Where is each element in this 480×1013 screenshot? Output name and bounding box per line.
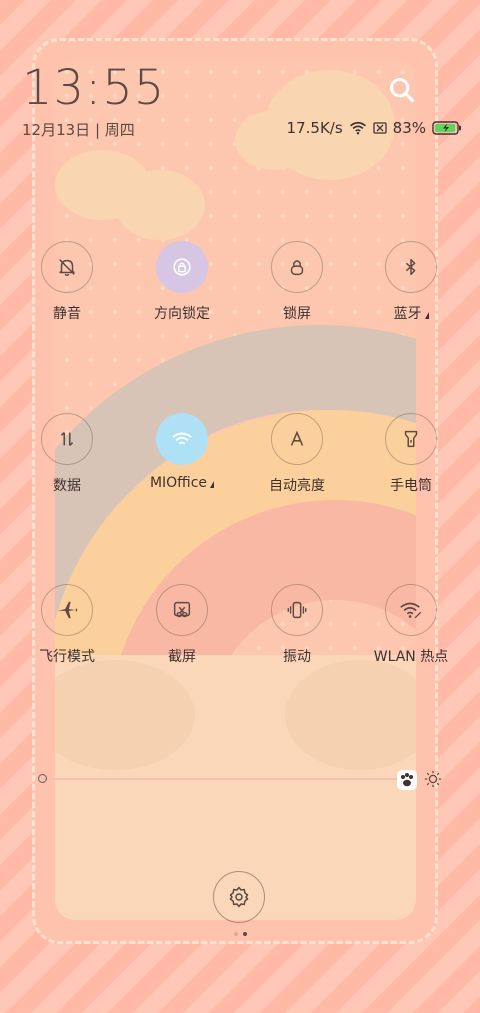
toggle-silent[interactable]: 静音 — [27, 241, 107, 323]
toggle-label: 蓝牙 — [371, 303, 451, 323]
toggle-flashlight[interactable]: 手电筒 — [371, 413, 451, 495]
battery-percent: 83% — [392, 119, 426, 137]
date: 12月13日 | 周四 — [22, 121, 135, 139]
page-dot-active[interactable] — [243, 932, 247, 936]
toggle-rotation-lock[interactable]: 方向锁定 — [142, 241, 222, 323]
toggle-label: 方向锁定 — [154, 306, 210, 322]
auto-brightness-icon — [271, 413, 323, 465]
settings-button[interactable] — [213, 871, 265, 923]
bell-off-icon — [41, 241, 93, 293]
battery-charging-icon — [432, 121, 461, 135]
wifi-icon — [156, 413, 208, 465]
page-dot[interactable] — [234, 932, 238, 936]
gear-icon — [229, 886, 249, 908]
toggle-auto-brightness[interactable]: 自动亮度 — [257, 413, 337, 495]
toggle-label: 自动亮度 — [269, 478, 325, 494]
toggle-label: 飞行模式 — [39, 649, 95, 665]
mobile-data-icon — [41, 413, 93, 465]
toggle-wifi[interactable]: MIOffice — [142, 413, 222, 491]
toggle-label: 手电筒 — [390, 478, 432, 494]
lock-icon — [271, 241, 323, 293]
brightness-sun-icon — [424, 770, 442, 788]
rotation-lock-icon — [156, 241, 208, 293]
status-bar: 17.5K/s 83% — [287, 119, 462, 137]
toggle-label: 截屏 — [168, 649, 196, 665]
toggle-bluetooth[interactable]: 蓝牙 — [371, 241, 451, 323]
flashlight-icon — [385, 413, 437, 465]
screenshot-icon — [156, 584, 208, 636]
expand-indicator-icon — [424, 312, 429, 319]
wifi-signal-icon — [349, 121, 366, 135]
page-indicator — [234, 932, 247, 936]
paw-icon — [397, 770, 417, 790]
toggle-label: 振动 — [283, 649, 311, 665]
toggle-label: 静音 — [53, 306, 81, 322]
brightness-knob[interactable] — [38, 774, 47, 783]
airplane-icon — [41, 584, 93, 636]
toggle-hotspot[interactable]: WLAN 热点 — [371, 584, 451, 666]
toggle-vibrate[interactable]: 振动 — [257, 584, 337, 666]
clock: 13:55 — [22, 60, 166, 116]
vibrate-icon — [271, 584, 323, 636]
search-icon[interactable] — [388, 76, 416, 104]
toggle-area — [55, 60, 416, 920]
bluetooth-icon — [385, 241, 437, 293]
toggle-label: MIOffice — [142, 475, 222, 491]
toggle-airplane-mode[interactable]: 飞行模式 — [27, 584, 107, 666]
toggle-lock-screen[interactable]: 锁屏 — [257, 241, 337, 323]
toggle-screenshot[interactable]: 截屏 — [142, 584, 222, 666]
network-speed: 17.5K/s — [286, 119, 343, 137]
brightness-track[interactable] — [42, 778, 397, 780]
toggle-label: 锁屏 — [283, 306, 311, 322]
expand-indicator-icon — [210, 481, 215, 488]
no-sim-icon — [373, 122, 387, 134]
toggle-label: WLAN 热点 — [373, 649, 449, 665]
hotspot-icon — [385, 584, 437, 636]
toggle-label: 数据 — [53, 478, 81, 494]
toggle-mobile-data[interactable]: 数据 — [27, 413, 107, 495]
